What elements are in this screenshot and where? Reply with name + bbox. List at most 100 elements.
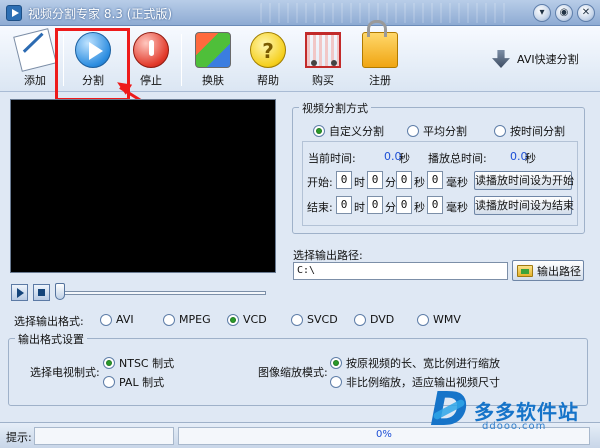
radio-custom-split[interactable]: 自定义分割	[313, 123, 384, 139]
end-second-input[interactable]: 0	[396, 196, 412, 214]
end-ms-input[interactable]: 0	[427, 196, 443, 214]
radio-tv-pal-label: PAL 制式	[119, 376, 165, 389]
start-ms-unit: 毫秒	[446, 176, 468, 189]
radio-format-wmv[interactable]: WMV	[417, 313, 461, 326]
radio-format-dvd[interactable]: DVD	[354, 313, 394, 326]
split-button[interactable]: 分割	[68, 32, 118, 88]
radio-dot	[103, 376, 115, 388]
radio-dot	[494, 125, 506, 137]
start-minute-unit: 分	[385, 176, 396, 189]
add-file-icon	[13, 28, 57, 72]
preview-stop-button[interactable]	[33, 284, 50, 301]
watermark-logo-icon: D	[430, 386, 478, 434]
title-bar: 视频分割专家 8.3 (正式版) ▾ ◉ ✕	[0, 0, 600, 26]
lock-icon	[362, 20, 398, 68]
restore-button[interactable]: ◉	[555, 4, 573, 22]
seek-slider-thumb[interactable]	[55, 283, 65, 300]
scale-mode-label: 图像缩放模式:	[258, 366, 328, 379]
radio-dot	[330, 357, 342, 369]
radio-tv-ntsc-label: NTSC 制式	[119, 357, 175, 370]
radio-format-vcd-label: VCD	[243, 313, 267, 326]
end-ms-unit: 毫秒	[446, 201, 468, 214]
buy-button[interactable]: 购买	[298, 32, 348, 88]
skin-button[interactable]: 换肤	[188, 32, 238, 88]
start-hour-unit: 时	[354, 176, 365, 189]
radio-tv-pal[interactable]: PAL 制式	[103, 374, 164, 390]
output-format-label: 选择输出格式:	[14, 315, 84, 328]
title-decoration	[260, 3, 510, 23]
radio-format-dvd-label: DVD	[370, 313, 395, 326]
start-ms-input[interactable]: 0	[427, 171, 443, 189]
radio-dot	[100, 313, 112, 326]
toolbar-separator	[181, 34, 182, 86]
end-hour-unit: 时	[354, 201, 365, 214]
radio-format-svcd[interactable]: SVCD	[291, 313, 338, 326]
set-end-button[interactable]: 读播放时间设为结束	[474, 196, 574, 215]
status-hint-label: 提示:	[6, 431, 32, 444]
radio-dot	[291, 313, 303, 326]
current-time-unit: 秒	[399, 152, 410, 165]
output-path-button-label: 输出路径	[537, 264, 581, 278]
end-label: 结束:	[307, 201, 333, 214]
current-time-label: 当前时间:	[308, 152, 356, 165]
split-button-label: 分割	[82, 74, 104, 87]
start-second-input[interactable]: 0	[396, 171, 412, 189]
add-button[interactable]: 添加	[10, 28, 60, 88]
start-second-unit: 秒	[414, 176, 425, 189]
radio-dot	[417, 313, 429, 326]
preview-play-button[interactable]	[11, 284, 28, 301]
minimize-button[interactable]: ▾	[533, 4, 551, 22]
seek-slider-track[interactable]	[57, 291, 266, 295]
radio-format-wmv-label: WMV	[433, 313, 461, 326]
end-minute-input[interactable]: 0	[367, 196, 383, 214]
radio-format-mpeg-label: MPEG	[179, 313, 211, 326]
start-minute-input[interactable]: 0	[367, 171, 383, 189]
radio-scale-keep-ratio[interactable]: 按原视频的长、宽比例进行缩放	[330, 355, 500, 371]
radio-dot	[407, 125, 419, 137]
radio-dot	[163, 313, 175, 326]
end-second-unit: 秒	[414, 201, 425, 214]
radio-dot	[227, 313, 239, 326]
help-button-label: 帮助	[257, 74, 279, 87]
radio-time-split[interactable]: 按时间分割	[494, 123, 565, 139]
total-time-label: 播放总时间:	[428, 152, 487, 165]
end-minute-unit: 分	[385, 201, 396, 214]
radio-average-split-label: 平均分割	[423, 125, 467, 138]
radio-dot	[354, 313, 366, 326]
radio-average-split[interactable]: 平均分割	[407, 123, 467, 139]
radio-dot	[313, 125, 325, 137]
radio-dot	[103, 357, 115, 369]
set-start-button[interactable]: 读播放时间设为开始	[474, 171, 574, 190]
radio-format-mpeg[interactable]: MPEG	[163, 313, 211, 326]
end-hour-input[interactable]: 0	[336, 196, 352, 214]
avi-fast-split-button[interactable]: AVI快速分割	[490, 46, 579, 72]
app-icon	[6, 5, 22, 21]
radio-format-avi-label: AVI	[116, 313, 134, 326]
radio-time-split-label: 按时间分割	[510, 125, 565, 138]
radio-format-avi[interactable]: AVI	[100, 313, 134, 326]
register-button[interactable]: 注册	[355, 20, 405, 88]
output-path-label: 选择输出路径:	[293, 249, 363, 262]
radio-dot	[330, 376, 342, 388]
skin-icon	[195, 32, 231, 68]
folder-icon	[517, 264, 533, 277]
buy-button-label: 购买	[312, 74, 334, 87]
toolbar-separator	[63, 34, 64, 86]
stop-button[interactable]: 停止	[126, 32, 176, 88]
video-preview[interactable]	[10, 99, 276, 273]
start-label: 开始:	[307, 176, 333, 189]
cart-icon	[305, 32, 341, 68]
start-hour-input[interactable]: 0	[336, 171, 352, 189]
radio-tv-ntsc[interactable]: NTSC 制式	[103, 355, 174, 371]
window-title: 视频分割专家 8.3 (正式版)	[28, 7, 173, 21]
output-path-input[interactable]: C:\	[293, 262, 508, 280]
progress-percent: 0%	[376, 429, 392, 440]
radio-format-vcd[interactable]: VCD	[227, 313, 267, 326]
radio-scale-keep-ratio-label: 按原视频的长、宽比例进行缩放	[346, 357, 500, 370]
close-button[interactable]: ✕	[577, 4, 595, 22]
output-path-button[interactable]: 输出路径	[512, 260, 584, 281]
help-button[interactable]: 帮助	[243, 32, 293, 88]
stop-button-label: 停止	[140, 74, 162, 87]
total-time-unit: 秒	[525, 152, 536, 165]
radio-format-svcd-label: SVCD	[307, 313, 338, 326]
